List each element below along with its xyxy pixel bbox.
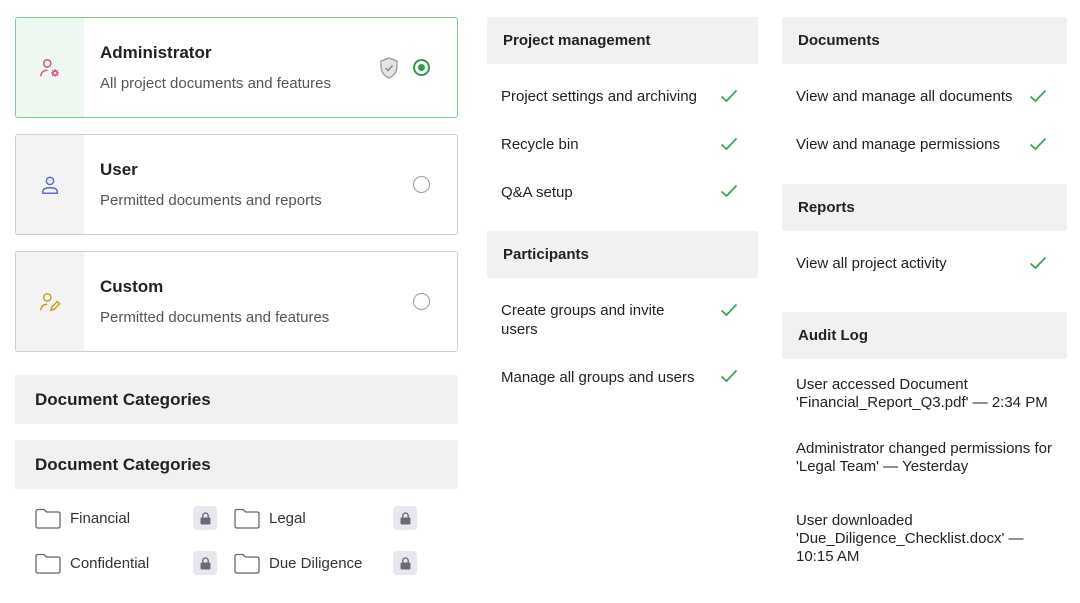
lock-badge-legal[interactable]	[393, 506, 417, 530]
perm-label: View and manage permissions	[796, 136, 1001, 153]
role-description: All project documents and features	[100, 75, 331, 92]
lock-icon	[200, 556, 210, 569]
folder-financial[interactable]: Financial	[35, 506, 130, 530]
perm-view-project-activity: View all project activity	[796, 254, 1026, 273]
folder-confidential[interactable]: Confidential	[35, 551, 149, 575]
role-card-user[interactable]: User Permitted documents and reports	[15, 134, 458, 235]
folder-icon	[35, 553, 61, 574]
folder-icon	[234, 553, 260, 574]
role-card-custom[interactable]: Custom Permitted documents and features	[15, 251, 458, 352]
user-edit-icon	[40, 292, 61, 311]
lock-icon	[200, 511, 210, 524]
check-icon	[720, 184, 738, 198]
role-radio-custom[interactable]	[413, 293, 430, 310]
reports-header: Reports	[782, 184, 1067, 231]
check-icon	[720, 137, 738, 151]
folder-label: Financial	[70, 509, 131, 527]
check-icon	[1029, 256, 1047, 270]
folder-due-diligence[interactable]: Due Diligence	[234, 551, 362, 575]
audit-entry: User downloaded 'Due_Diligence_Checklist…	[796, 512, 1024, 565]
role-radio-user[interactable]	[413, 176, 430, 193]
lock-badge-financial[interactable]	[193, 506, 217, 530]
lock-badge-due-diligence[interactable]	[393, 551, 417, 575]
perm-project-settings: Project settings and archiving	[501, 87, 751, 106]
perm-view-manage-permissions: View and manage permissions	[796, 135, 1026, 154]
perm-label: View and manage all documents	[796, 88, 1013, 105]
perm-manage-groups: Manage all groups and users	[501, 368, 716, 387]
document-categories-collapsed[interactable]: Document Categories	[15, 375, 458, 424]
document-categories-header[interactable]: Document Categories	[15, 440, 458, 489]
user-gear-icon	[40, 58, 59, 77]
check-icon	[1029, 137, 1047, 151]
perm-label: Project settings and archiving	[501, 88, 697, 105]
role-title: Custom	[100, 277, 164, 296]
shield-icon	[380, 56, 398, 79]
perm-qa-setup: Q&A setup	[501, 183, 751, 202]
role-title: Administrator	[100, 43, 212, 62]
lock-icon	[400, 556, 410, 569]
perm-label: Manage all groups and users	[501, 369, 695, 386]
lock-icon	[400, 511, 410, 524]
audit-log-header: Audit Log	[782, 312, 1067, 359]
perm-label: Q&A setup	[501, 184, 573, 201]
check-icon	[720, 303, 738, 317]
participants-header: Participants	[487, 231, 758, 278]
project-management-header: Project management	[487, 17, 758, 64]
folder-label: Legal	[269, 509, 306, 527]
perm-label: Recycle bin	[501, 136, 579, 153]
user-icon	[41, 175, 59, 194]
perm-create-groups: Create groups and invite users	[501, 301, 681, 339]
folder-legal[interactable]: Legal	[234, 506, 306, 530]
lock-badge-confidential[interactable]	[193, 551, 217, 575]
folder-label: Confidential	[70, 554, 150, 572]
folder-icon	[234, 508, 260, 529]
perm-label: Create groups and invite users	[501, 302, 665, 338]
check-icon	[1029, 89, 1047, 103]
folder-label: Due Diligence	[269, 554, 363, 572]
check-icon	[720, 89, 738, 103]
role-card-administrator[interactable]: Administrator All project documents and …	[15, 17, 458, 118]
audit-entry: User accessed Document 'Financial_Report…	[796, 376, 1048, 411]
audit-entry: Administrator changed permissions for 'L…	[796, 440, 1052, 475]
folder-icon	[35, 508, 61, 529]
role-title: User	[100, 160, 138, 179]
role-description: Permitted documents and reports	[100, 192, 322, 209]
role-radio-administrator[interactable]	[413, 59, 430, 76]
role-description: Permitted documents and features	[100, 309, 330, 326]
perm-view-manage-documents: View and manage all documents	[796, 87, 1026, 106]
perm-label: View all project activity	[796, 255, 947, 272]
documents-header: Documents	[782, 17, 1067, 64]
perm-recycle-bin: Recycle bin	[501, 135, 751, 154]
check-icon	[720, 369, 738, 383]
